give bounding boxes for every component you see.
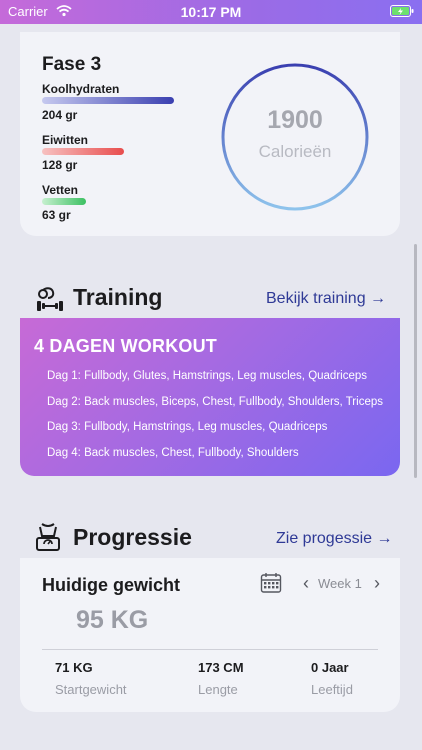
- workout-day-4: Dag 4: Back muscles, Chest, Fullbody, Sh…: [47, 447, 299, 459]
- calendar-icon[interactable]: [260, 572, 282, 594]
- dumbbell-icon: [37, 287, 63, 311]
- age-value: 0 Jaar: [311, 660, 349, 675]
- workout-card[interactable]: 4 DAGEN WORKOUT Dag 1: Fullbody, Glutes,…: [20, 318, 400, 476]
- battery-icon: [390, 5, 414, 17]
- prev-week-button[interactable]: ‹: [303, 573, 309, 594]
- calorie-value: 1900: [267, 106, 323, 134]
- divider: [42, 649, 378, 650]
- training-title: Training: [73, 284, 163, 310]
- protein-bar: [42, 148, 124, 155]
- start-weight-label: Startgewicht: [55, 682, 127, 697]
- carbs-value: 204 gr: [42, 108, 78, 122]
- fat-label: Vetten: [42, 183, 79, 197]
- start-weight-value: 71 KG: [55, 660, 93, 675]
- scale-body-icon: [36, 523, 60, 551]
- protein-value: 128 gr: [42, 158, 78, 172]
- calorie-label: Calorieën: [258, 142, 332, 161]
- workout-day-1: Dag 1: Fullbody, Glutes, Hamstrings, Leg…: [47, 370, 368, 382]
- height-value: 173 CM: [198, 660, 244, 675]
- workout-day-2: Dag 2: Back muscles, Biceps, Chest, Full…: [47, 396, 383, 408]
- workout-title: 4 DAGEN WORKOUT: [34, 336, 217, 356]
- week-label: Week 1: [318, 576, 362, 591]
- progress-title: Progressie: [73, 524, 192, 550]
- carbs-label: Koolhydraten: [42, 82, 120, 96]
- view-training-link[interactable]: Bekijk training →: [266, 290, 386, 308]
- status-bar: Carrier 10:17 PM: [0, 0, 422, 24]
- current-weight-value: 95 KG: [76, 606, 149, 634]
- calorie-ring: [221, 63, 369, 211]
- fat-bar: [42, 198, 86, 205]
- phase-title: Fase 3: [42, 54, 102, 75]
- workout-day-3: Dag 3: Fullbody, Hamstrings, Leg muscles…: [47, 421, 328, 433]
- view-progress-link[interactable]: Zie progessie →: [276, 530, 393, 548]
- carbs-bar: [42, 97, 174, 104]
- progress-card: Huidige gewicht 95 KG ‹ Week 1 › 71 KG S…: [20, 558, 400, 712]
- age-label: Leeftijd: [311, 682, 353, 697]
- macro-card: Fase 3 Koolhydraten 204 gr Eiwitten 128 …: [20, 32, 400, 236]
- height-label: Lengte: [198, 682, 238, 697]
- scrollbar[interactable]: [414, 244, 417, 478]
- current-weight-title: Huidige gewicht: [42, 575, 181, 595]
- next-week-button[interactable]: ›: [374, 573, 380, 594]
- fat-value: 63 gr: [42, 208, 71, 222]
- clock: 10:17 PM: [180, 4, 242, 20]
- protein-label: Eiwitten: [42, 133, 89, 147]
